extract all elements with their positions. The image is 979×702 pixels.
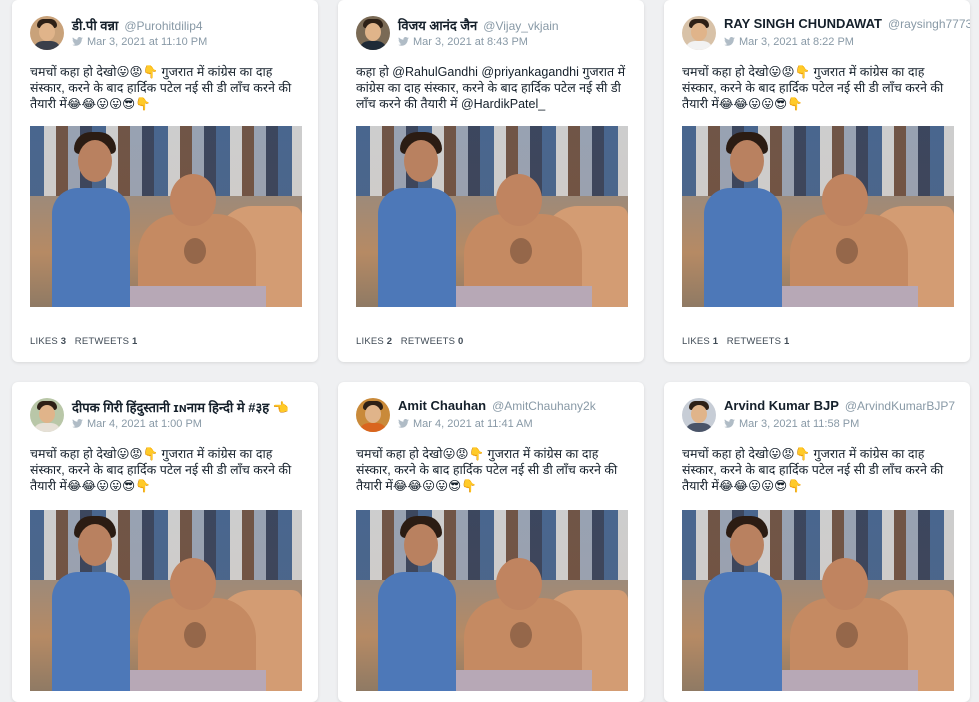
tweet-photo[interactable] [356, 510, 628, 691]
tweet-date-line: Mar 3, 2021 at 8:22 PM [724, 36, 854, 48]
tweet-text: चमचों कहा हो देखो😛😡👇 गुजरात में कांग्रेस… [30, 447, 292, 493]
likes-label: LIKES [356, 336, 384, 347]
avatar[interactable] [30, 16, 64, 50]
tweet-text: चमचों कहा हो देखो😛😡👇 गुजरात में कांग्रेस… [682, 447, 944, 493]
tweet-card[interactable]: Amit Chauhan @AmitChauhany2k Mar 4, 2021 … [338, 382, 644, 702]
author-handle[interactable]: @Purohitdilip4 [124, 19, 202, 33]
tweet-header: Arvind Kumar BJP @ArvindKumarBJP7 Mar 3, … [682, 396, 962, 436]
tweet-date[interactable]: Mar 3, 2021 at 11:58 PM [739, 418, 859, 430]
tweet-text: चमचों कहा हो देखो😛😡👇 गुजरात में कांग्रेस… [356, 447, 618, 493]
avatar[interactable] [356, 16, 390, 50]
tweet-card[interactable]: विजय आनंद जैन @Vijay_vkjain Mar 3, 2021 a… [338, 0, 644, 362]
tweet-header: विजय आनंद जैन @Vijay_vkjain Mar 3, 2021 a… [356, 14, 636, 54]
author-line: डी.पी वन्ना @Purohitdilip4 [72, 16, 203, 34]
tweet-date[interactable]: Mar 4, 2021 at 11:41 AM [413, 418, 533, 430]
tweet-photo[interactable] [30, 126, 302, 307]
tweet-card[interactable]: Arvind Kumar BJP @ArvindKumarBJP7 Mar 3, … [664, 382, 970, 702]
retweets-count: 0 [458, 336, 464, 347]
twitter-bird-icon [72, 419, 83, 428]
tweet-date[interactable]: Mar 3, 2021 at 11:10 PM [87, 36, 207, 48]
twitter-bird-icon [724, 419, 735, 428]
retweets-count: 1 [784, 336, 790, 347]
tweet-photo[interactable] [682, 126, 954, 307]
retweets-label: RETWEETS [400, 336, 456, 347]
tweet-photo[interactable] [682, 510, 954, 691]
tweet-date[interactable]: Mar 3, 2021 at 8:22 PM [739, 36, 854, 48]
tweet-card[interactable]: RAY SINGH CHUNDAWAT @raysingh7773 Mar 3, … [664, 0, 970, 362]
tweet-header: डी.पी वन्ना @Purohitdilip4 Mar 3, 2021 at… [30, 14, 310, 54]
avatar[interactable] [682, 16, 716, 50]
author-handle[interactable]: @ArvindKumarBJP7 [845, 399, 955, 413]
likes-count: 1 [712, 336, 719, 347]
likes-count: 2 [386, 336, 393, 347]
tweet-date-line: Mar 3, 2021 at 11:10 PM [72, 36, 207, 48]
author-handle[interactable]: @raysingh7773 [888, 17, 970, 31]
likes-label: LIKES [682, 336, 710, 347]
author-line: विजय आनंद जैन @Vijay_vkjain [398, 16, 559, 34]
tweet-date-line: Mar 4, 2021 at 11:41 AM [398, 418, 533, 430]
twitter-bird-icon [398, 37, 409, 46]
author-name[interactable]: Arvind Kumar BJP [724, 398, 839, 413]
author-name[interactable]: RAY SINGH CHUNDAWAT [724, 16, 882, 31]
tweet-text: चमचों कहा हो देखो😛😡👇 गुजरात में कांग्रेस… [30, 65, 292, 111]
tweet-date-line: Mar 4, 2021 at 1:00 PM [72, 418, 202, 430]
author-name[interactable]: दीपक गिरी हिंदुस्तानी ɪɴनाम हिन्दी मे #३… [72, 400, 289, 415]
tweet-stats: LIKES 1 RETWEETS 1 [682, 336, 790, 347]
author-name[interactable]: Amit Chauhan [398, 398, 486, 413]
twitter-bird-icon [724, 37, 735, 46]
tweet-photo[interactable] [30, 510, 302, 691]
twitter-bird-icon [72, 37, 83, 46]
retweets-label: RETWEETS [74, 336, 130, 347]
author-line: Arvind Kumar BJP @ArvindKumarBJP7 [724, 398, 955, 413]
tweet-photo[interactable] [356, 126, 628, 307]
likes-count: 3 [60, 336, 67, 347]
tweet-header: RAY SINGH CHUNDAWAT @raysingh7773 Mar 3, … [682, 14, 970, 54]
tweet-stats: LIKES 3 RETWEETS 1 [30, 336, 138, 347]
tweet-date[interactable]: Mar 4, 2021 at 1:00 PM [87, 418, 202, 430]
retweets-count: 1 [132, 336, 138, 347]
likes-label: LIKES [30, 336, 58, 347]
author-line: RAY SINGH CHUNDAWAT @raysingh7773 [724, 16, 970, 31]
tweet-date-line: Mar 3, 2021 at 8:43 PM [398, 36, 528, 48]
author-handle[interactable]: @Vijay_vkjain [483, 19, 558, 33]
retweets-label: RETWEETS [726, 336, 782, 347]
tweet-card[interactable]: दीपक गिरी हिंदुस्तानी ɪɴनाम हिन्दी मे #३… [12, 382, 318, 702]
twitter-bird-icon [398, 419, 409, 428]
tweet-date[interactable]: Mar 3, 2021 at 8:43 PM [413, 36, 528, 48]
tweet-text: चमचों कहा हो देखो😛😡👇 गुजरात में कांग्रेस… [682, 65, 944, 111]
author-handle[interactable]: @AmitChauhany2k [492, 399, 596, 413]
tweet-header: दीपक गिरी हिंदुस्तानी ɪɴनाम हिन्दी मे #३… [30, 396, 310, 436]
author-name[interactable]: डी.पी वन्ना [72, 18, 118, 33]
author-name[interactable]: विजय आनंद जैन [398, 18, 477, 33]
tweet-header: Amit Chauhan @AmitChauhany2k Mar 4, 2021 … [356, 396, 636, 436]
author-line: दीपक गिरी हिंदुस्तानी ɪɴनाम हिन्दी मे #३… [72, 398, 295, 416]
tweet-text: कहा हो @RahulGandhi @priyankagandhi गुजर… [356, 65, 626, 111]
tweet-stats: LIKES 2 RETWEETS 0 [356, 336, 464, 347]
tweet-date-line: Mar 3, 2021 at 11:58 PM [724, 418, 859, 430]
avatar[interactable] [682, 398, 716, 432]
tweet-card[interactable]: डी.पी वन्ना @Purohitdilip4 Mar 3, 2021 at… [12, 0, 318, 362]
avatar[interactable] [356, 398, 390, 432]
author-line: Amit Chauhan @AmitChauhany2k [398, 398, 596, 413]
avatar[interactable] [30, 398, 64, 432]
